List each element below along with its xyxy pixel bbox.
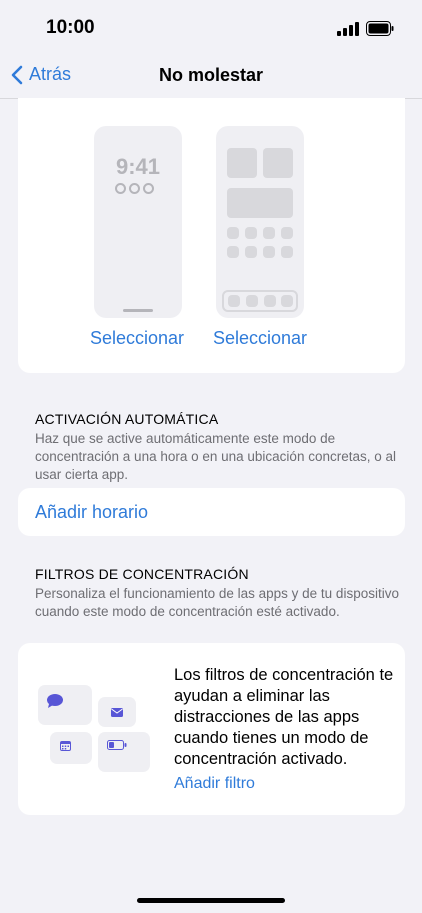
app-tile (245, 227, 257, 239)
auto-activation-header: ACTIVACIÓN AUTOMÁTICA (35, 411, 219, 427)
home-indicator[interactable] (137, 898, 285, 903)
device-notch (124, 0, 298, 38)
app-tile (281, 246, 293, 258)
lock-widgets (115, 183, 154, 194)
low-battery-icon (107, 740, 127, 750)
dock-app-tile (246, 295, 258, 307)
navigation-bar: Atrás No molestar (0, 56, 422, 99)
widget-circle (129, 183, 140, 194)
app-tile (263, 227, 275, 239)
add-schedule-button[interactable]: Añadir horario (35, 502, 148, 523)
focus-filters-description: Personaliza el funcionamiento de las app… (35, 586, 399, 619)
status-bar: 10:00 (0, 0, 422, 56)
app-tile (281, 227, 293, 239)
mail-icon (111, 708, 123, 717)
screen-customization-card: 9:41 Seleccionar Seleccionar (18, 98, 405, 373)
widget-tile (227, 188, 293, 218)
app-tile (227, 246, 239, 258)
focus-filters-header: FILTROS DE CONCENTRACIÓN (35, 566, 249, 582)
app-tile (227, 227, 239, 239)
home-bar (123, 309, 153, 312)
select-lock-screen-button[interactable]: Seleccionar (90, 328, 184, 349)
signal-icon (337, 22, 359, 36)
widget-circle (143, 183, 154, 194)
status-time: 10:00 (46, 17, 95, 38)
app-tile (263, 246, 275, 258)
dock-app-tile (281, 295, 293, 307)
battery-icon (366, 21, 394, 36)
home-screen-preview[interactable] (216, 126, 304, 318)
dock-app-tile (228, 295, 240, 307)
app-tile (245, 246, 257, 258)
select-home-screen-button[interactable]: Seleccionar (213, 328, 307, 349)
messages-bubble (38, 685, 92, 725)
dock-app-tile (264, 295, 276, 307)
widget-tile (263, 148, 293, 178)
lock-screen-preview[interactable]: 9:41 (94, 126, 182, 318)
focus-filters-card: Los filtros de concentración te ayudan a… (18, 643, 405, 815)
battery-bubble (98, 732, 150, 772)
lock-screen-time: 9:41 (115, 154, 161, 179)
mail-bubble (98, 697, 136, 727)
auto-activation-description: Haz que se active automáticamente este m… (35, 431, 396, 482)
page-title: No molestar (158, 65, 264, 85)
calendar-icon (60, 741, 71, 751)
calendar-bubble (50, 732, 92, 764)
widget-tile (227, 148, 257, 178)
add-filter-button[interactable]: Añadir filtro (174, 775, 255, 793)
message-icon (47, 694, 63, 708)
add-schedule-card: Añadir horario (18, 488, 405, 536)
dock (222, 290, 298, 312)
focus-filters-info-text: Los filtros de concentración te ayudan a… (174, 666, 394, 768)
widget-circle (115, 183, 126, 194)
